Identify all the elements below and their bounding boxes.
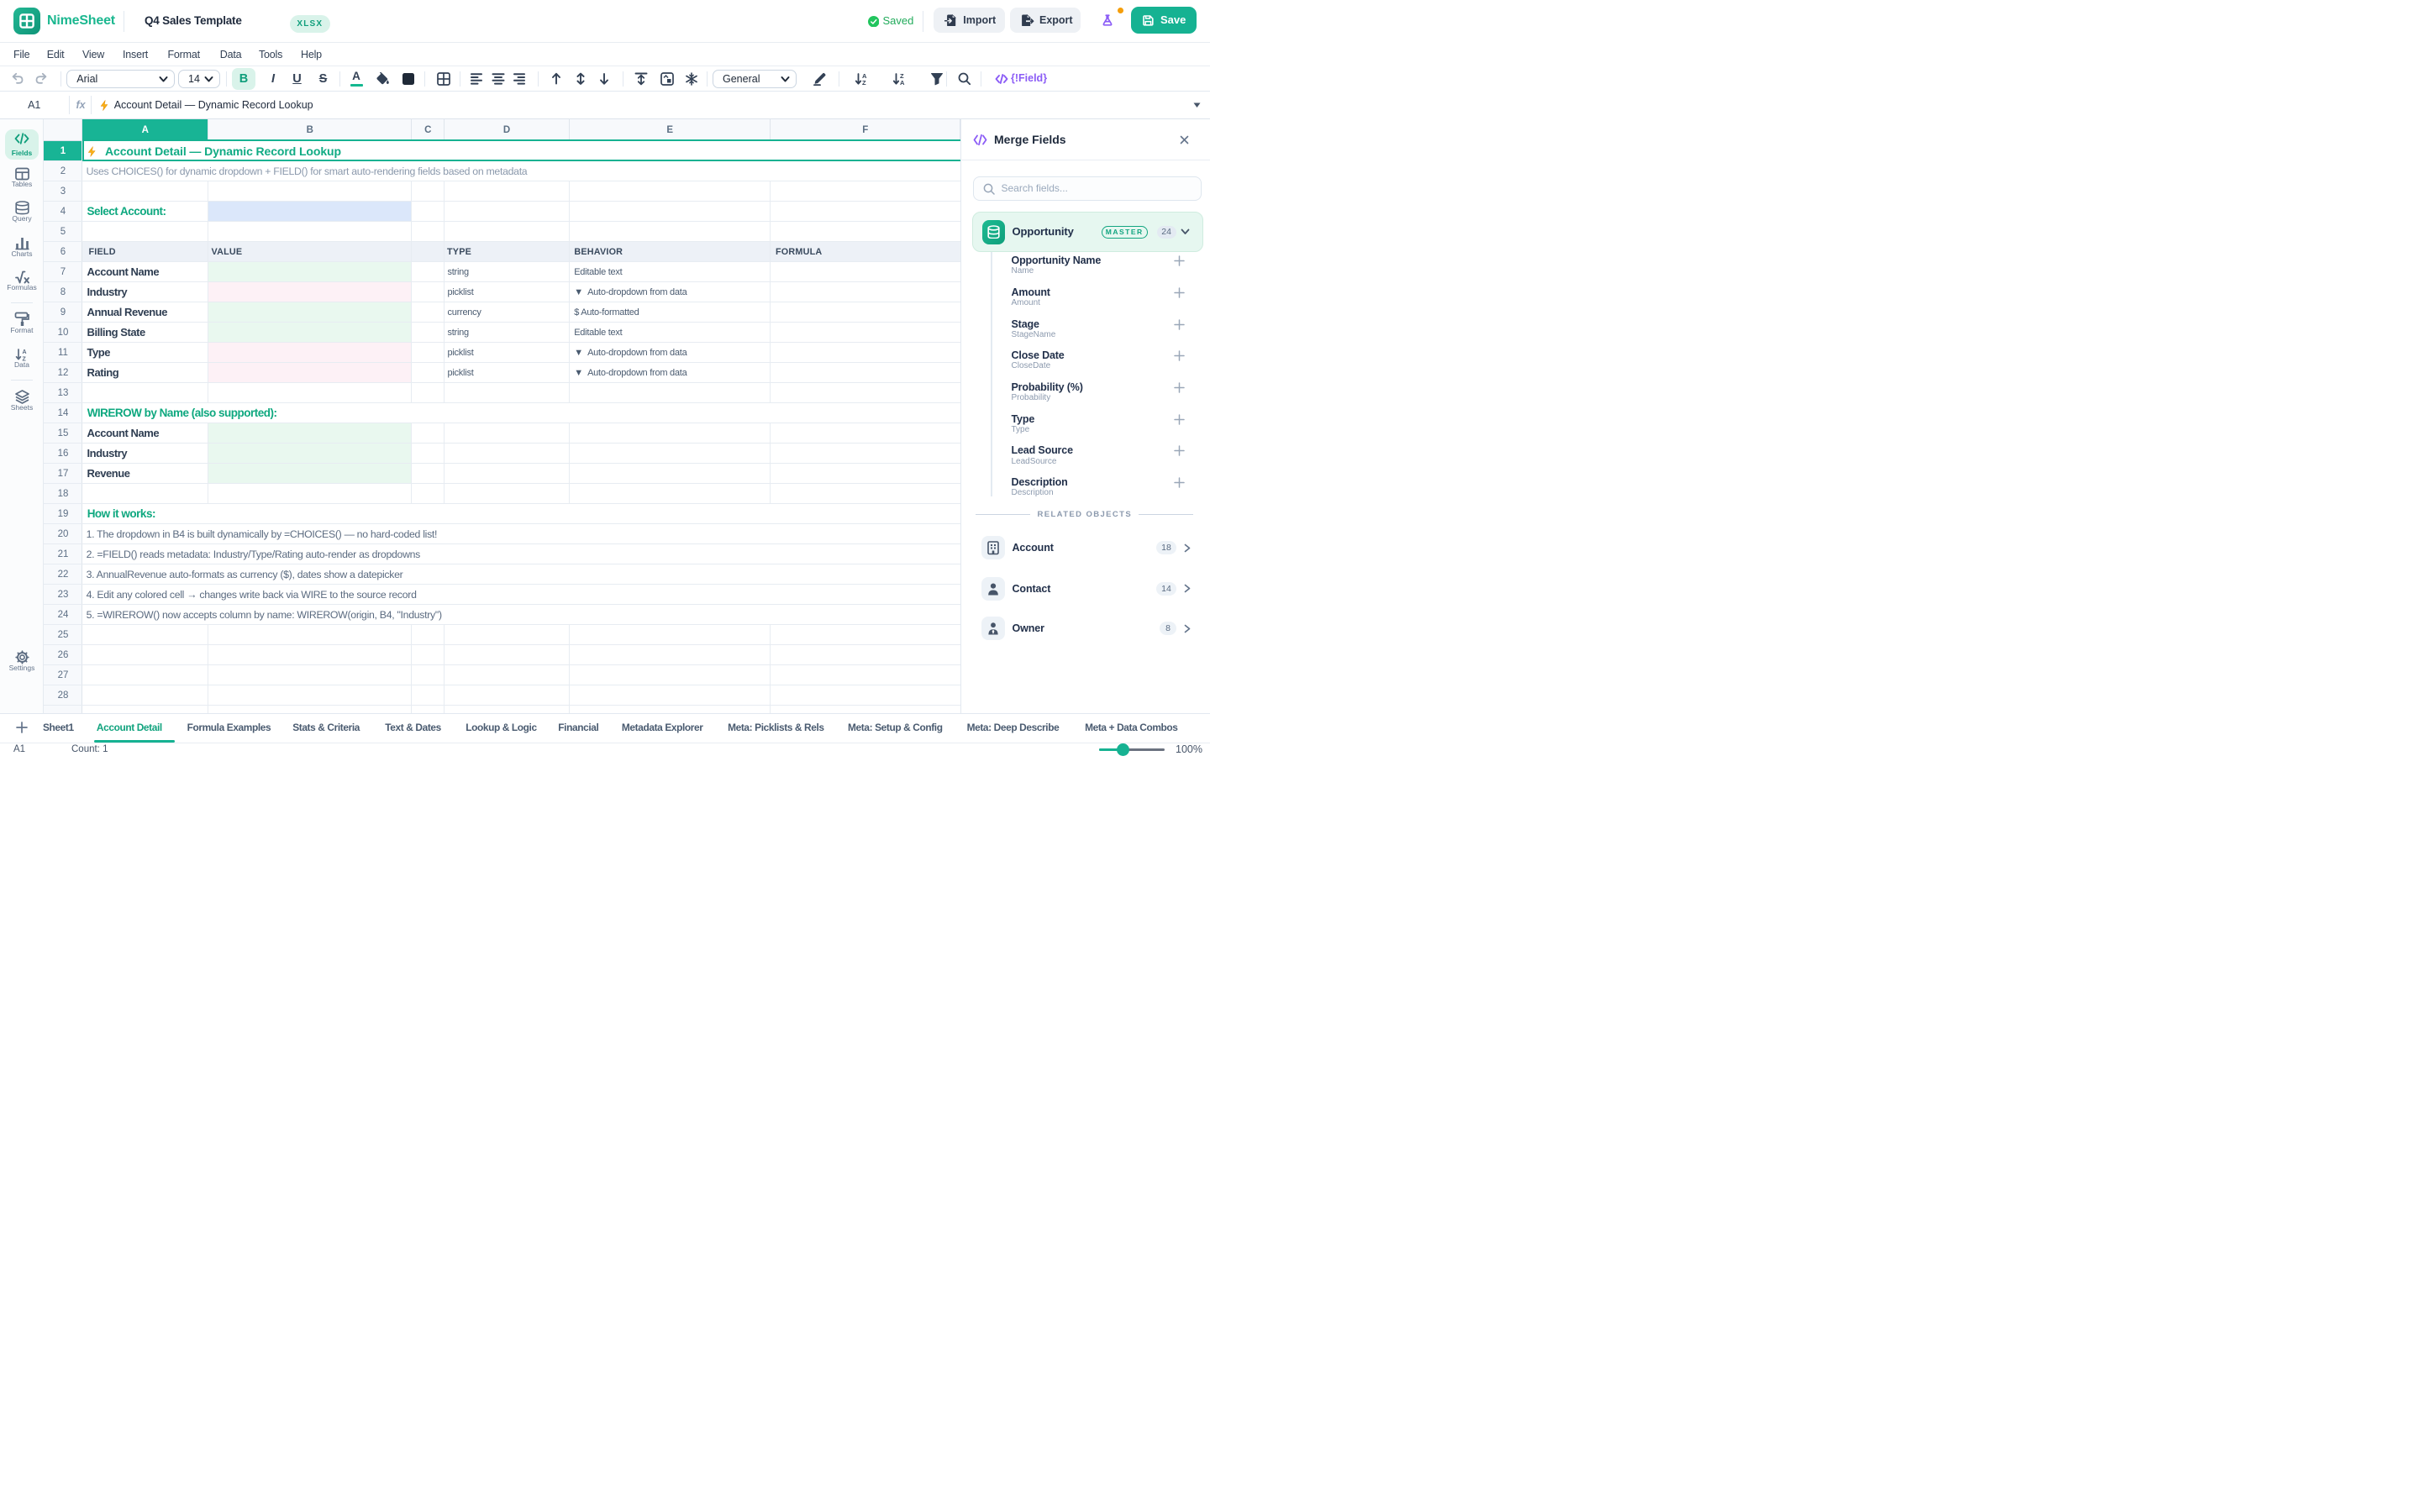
svg-text:A: A xyxy=(900,79,905,86)
svg-text:Z: Z xyxy=(862,79,866,86)
svg-text:A: A xyxy=(22,349,26,355)
